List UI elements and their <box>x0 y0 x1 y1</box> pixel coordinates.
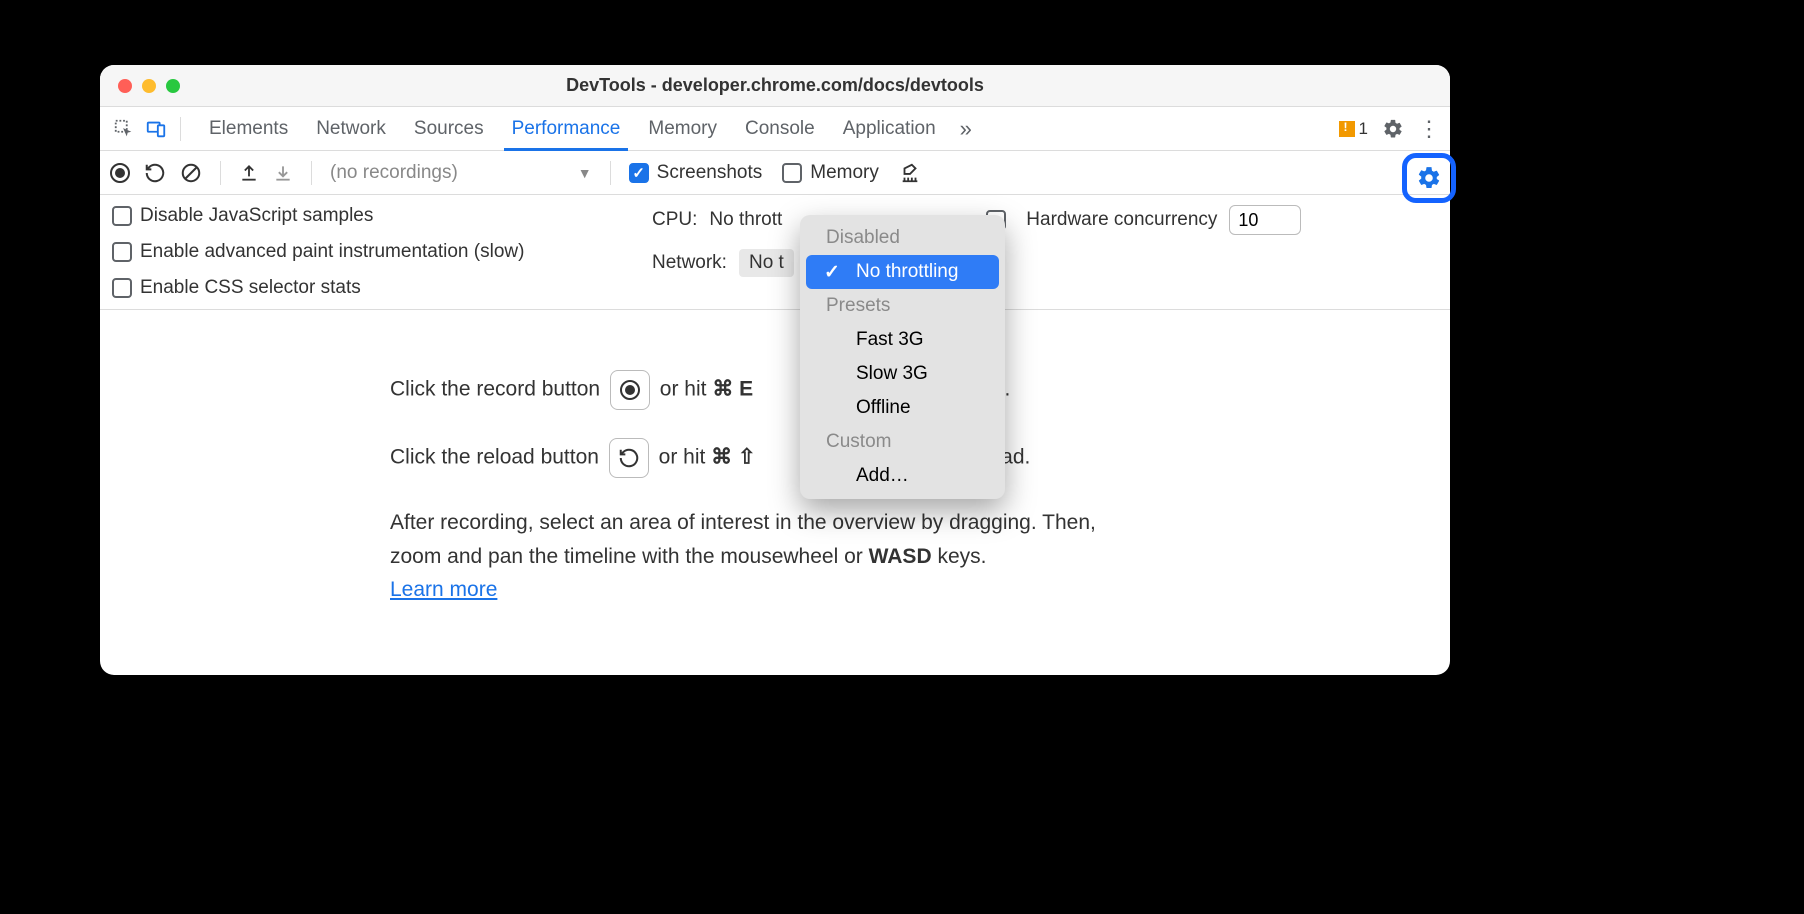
minimize-window-button[interactable] <box>142 79 156 93</box>
tab-network[interactable]: Network <box>316 107 386 150</box>
tab-console[interactable]: Console <box>745 107 815 150</box>
checkbox-icon <box>782 163 802 183</box>
memory-checkbox[interactable]: Memory <box>782 162 879 184</box>
checkbox-checked-icon <box>629 163 649 183</box>
disable-js-samples-checkbox[interactable]: Disable JavaScript samples <box>112 205 628 227</box>
dropdown-item-offline[interactable]: Offline <box>800 391 1005 425</box>
clear-button[interactable] <box>180 162 202 184</box>
inspect-element-icon[interactable] <box>110 115 138 143</box>
hw-concurrency-input[interactable] <box>1229 205 1301 235</box>
checkbox-icon <box>112 242 132 262</box>
performance-toolbar: (no recordings) ▼ Screenshots Memory <box>100 151 1450 195</box>
dropdown-item-add[interactable]: Add… <box>800 459 1005 493</box>
close-window-button[interactable] <box>118 79 132 93</box>
shortcut-record: ⌘ E <box>712 378 753 401</box>
network-throttle-dropdown: Disabled No throttling Presets Fast 3G S… <box>800 215 1005 499</box>
tab-elements[interactable]: Elements <box>209 107 288 150</box>
tab-performance[interactable]: Performance <box>512 107 621 150</box>
capture-settings-button[interactable] <box>1402 153 1456 203</box>
hw-concurrency-label: Hardware concurrency <box>1026 209 1217 231</box>
dropdown-item-fast-3g[interactable]: Fast 3G <box>800 323 1005 357</box>
network-label: Network: <box>652 252 727 274</box>
window-titlebar: DevTools - developer.chrome.com/docs/dev… <box>100 65 1450 107</box>
performance-empty-state: Click the record button or hit ⌘ E ding.… <box>100 310 1450 675</box>
dropdown-item-no-throttling[interactable]: No throttling <box>806 255 999 289</box>
learn-more-link[interactable]: Learn more <box>390 578 497 601</box>
save-profile-button[interactable] <box>273 163 293 183</box>
issues-count: 1 <box>1359 119 1368 139</box>
recordings-select[interactable]: (no recordings) ▼ <box>330 162 592 184</box>
maximize-window-button[interactable] <box>166 79 180 93</box>
traffic-lights <box>118 79 180 93</box>
record-button[interactable] <box>110 163 130 183</box>
tab-sources[interactable]: Sources <box>414 107 484 150</box>
more-tabs-icon[interactable]: » <box>960 116 972 142</box>
warning-icon <box>1339 121 1355 137</box>
enable-paint-checkbox[interactable]: Enable advanced paint instrumentation (s… <box>112 241 628 263</box>
devtools-tabs-row: Elements Network Sources Performance Mem… <box>100 107 1450 151</box>
collect-garbage-button[interactable] <box>899 162 921 184</box>
devtools-settings-icon[interactable] <box>1382 118 1404 140</box>
checkbox-icon <box>112 278 132 298</box>
window-title: DevTools - developer.chrome.com/docs/dev… <box>566 75 984 96</box>
reload-icon <box>609 438 649 478</box>
shortcut-reload: ⌘ ⇧ <box>711 446 755 469</box>
enable-css-stats-label: Enable CSS selector stats <box>140 277 361 299</box>
panel-tabs: Elements Network Sources Performance Mem… <box>209 107 936 150</box>
issues-badge[interactable]: 1 <box>1339 119 1368 139</box>
screenshots-checkbox[interactable]: Screenshots <box>629 162 763 184</box>
tab-memory[interactable]: Memory <box>648 107 717 150</box>
load-profile-button[interactable] <box>239 163 259 183</box>
record-icon <box>610 370 650 410</box>
devtools-window: DevTools - developer.chrome.com/docs/dev… <box>100 65 1450 675</box>
network-throttle-select[interactable]: No t <box>739 249 794 277</box>
disable-js-samples-label: Disable JavaScript samples <box>140 205 373 227</box>
screenshots-label: Screenshots <box>657 162 763 184</box>
recordings-placeholder: (no recordings) <box>330 162 458 184</box>
cpu-throttle-select[interactable]: No thrott <box>709 209 782 231</box>
dropdown-group-presets: Presets <box>800 289 1005 323</box>
zoom-instruction: After recording, select an area of inter… <box>390 506 1130 607</box>
capture-settings-pane: Disable JavaScript samples Enable advanc… <box>100 195 1450 310</box>
enable-paint-label: Enable advanced paint instrumentation (s… <box>140 241 524 263</box>
cpu-label: CPU: <box>652 209 697 231</box>
chevron-down-icon: ▼ <box>578 165 592 181</box>
dropdown-group-disabled: Disabled <box>800 221 1005 255</box>
more-options-icon[interactable]: ⋮ <box>1418 118 1440 140</box>
tab-application[interactable]: Application <box>843 107 936 150</box>
dropdown-group-custom: Custom <box>800 425 1005 459</box>
device-toolbar-icon[interactable] <box>142 115 170 143</box>
memory-label: Memory <box>810 162 879 184</box>
reload-record-button[interactable] <box>144 162 166 184</box>
enable-css-stats-checkbox[interactable]: Enable CSS selector stats <box>112 277 628 299</box>
checkbox-icon <box>112 206 132 226</box>
dropdown-item-slow-3g[interactable]: Slow 3G <box>800 357 1005 391</box>
